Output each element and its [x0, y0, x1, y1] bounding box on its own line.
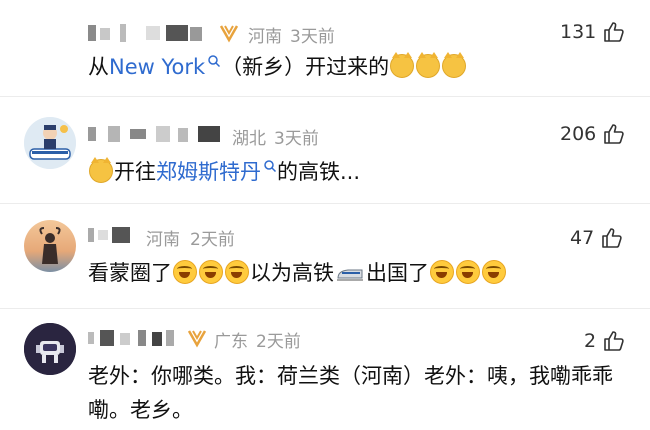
- like-count: 131: [560, 21, 597, 43]
- comment-location: 广东: [214, 332, 248, 352]
- laugh-cry-icon: [199, 260, 223, 284]
- avatar[interactable]: [24, 323, 76, 375]
- cat-face-icon: [390, 52, 415, 78]
- like-count: 2: [584, 330, 597, 352]
- comment-time: 2天前: [256, 332, 301, 352]
- vip-icon: [187, 330, 207, 348]
- laugh-cry-icon: [225, 260, 249, 284]
- like-count: 47: [570, 227, 595, 249]
- comment-time: 3天前: [274, 129, 319, 149]
- text-part: （新乡）开过来的: [221, 55, 390, 79]
- like-count: 206: [560, 123, 597, 145]
- thumbs-up-icon: [602, 228, 622, 248]
- text-part: 从: [88, 55, 109, 79]
- comment-text: 开往郑姆斯特丹 的高铁...: [88, 157, 360, 187]
- text-part: 看蒙圈了: [88, 261, 172, 285]
- search-icon: [208, 55, 221, 68]
- username-blurred[interactable]: [86, 123, 226, 145]
- username-blurred[interactable]: [86, 224, 138, 246]
- cat-face-icon: [416, 52, 441, 78]
- like-button[interactable]: 47: [570, 226, 624, 250]
- link-text[interactable]: 郑姆斯特丹: [156, 160, 261, 184]
- laugh-cry-icon: [456, 260, 480, 284]
- hashtag-link[interactable]: New York: [109, 55, 221, 79]
- comment-text: 老外：你哪类。我：荷兰类（河南）老外：咦，我嘞乖乖嘞。老乡。: [88, 364, 613, 422]
- hashtag-link[interactable]: 郑姆斯特丹: [156, 160, 277, 184]
- like-button[interactable]: 2: [584, 329, 626, 353]
- like-button[interactable]: 131: [560, 20, 626, 44]
- text-part: 出国了: [366, 261, 429, 285]
- like-button[interactable]: 206: [560, 122, 626, 146]
- laugh-cry-icon: [430, 260, 454, 284]
- vip-icon: [219, 25, 239, 43]
- laugh-cry-icon: [482, 260, 506, 284]
- avatar[interactable]: [24, 220, 76, 272]
- comment-4: 广东 2天前 2 老外：你哪类。我：荷兰类（河南）老外：咦，我嘞乖乖嘞。老乡。: [0, 309, 650, 430]
- laugh-cry-icon: [173, 260, 197, 284]
- text-part: 开往: [114, 160, 156, 184]
- comment-3: 河南 2天前 47 看蒙圈了 以为高铁 出国了: [0, 204, 650, 308]
- comment-text: 看蒙圈了 以为高铁 出国了: [88, 258, 507, 288]
- text-part: 的高铁...: [277, 160, 361, 184]
- avatar[interactable]: [24, 117, 76, 169]
- search-icon: [264, 160, 277, 173]
- comment-location: 河南: [248, 27, 282, 47]
- comment-1: 河南 3天前 131 从New York （新乡）开过来的: [0, 0, 650, 96]
- comment-text: 从New York （新乡）开过来的: [88, 52, 467, 82]
- text-part: 以为高铁: [250, 261, 334, 285]
- cat-face-icon: [89, 157, 113, 183]
- thumbs-up-icon: [604, 124, 624, 144]
- username-blurred[interactable]: [86, 327, 180, 349]
- username-blurred[interactable]: [86, 22, 212, 44]
- bullet-train-icon: [337, 269, 363, 281]
- link-text[interactable]: New York: [109, 55, 205, 79]
- cat-face-icon: [442, 52, 467, 78]
- comment-2: 湖北 3天前 206 开往郑姆斯特丹 的高铁...: [0, 97, 650, 203]
- comment-location: 湖北: [232, 129, 266, 149]
- comment-location: 河南: [146, 230, 180, 250]
- comment-time: 3天前: [290, 27, 335, 47]
- comment-time: 2天前: [190, 230, 235, 250]
- thumbs-up-icon: [604, 331, 624, 351]
- thumbs-up-icon: [604, 22, 624, 42]
